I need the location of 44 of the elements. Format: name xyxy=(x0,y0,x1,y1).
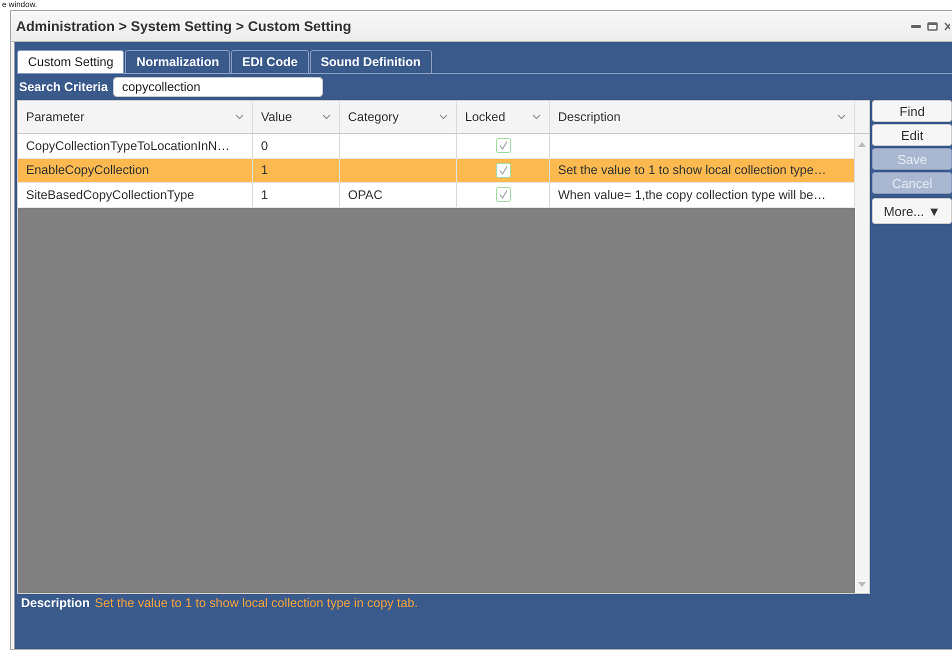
table-cell: Set the value to 1 to show local collection type… xyxy=(558,163,826,178)
close-icon[interactable] xyxy=(944,22,950,30)
table-cell: 1 xyxy=(261,163,268,178)
table-row[interactable]: EnableCopyCollection 1 Set the value to 1 to show local collection type… xyxy=(18,158,855,183)
scroll-up-icon[interactable] xyxy=(858,142,866,147)
minimize-icon[interactable] xyxy=(911,23,921,29)
chevron-down-icon[interactable] xyxy=(235,114,244,120)
maximize-icon[interactable] xyxy=(927,22,938,30)
column-header[interactable]: Value xyxy=(253,101,340,133)
action-button[interactable]: Edit xyxy=(872,124,952,146)
checkbox[interactable] xyxy=(496,162,510,178)
tab[interactable]: Custom Setting xyxy=(17,50,124,73)
tab[interactable]: Normalization xyxy=(125,50,230,73)
search-label: Search Criteria xyxy=(19,80,108,94)
caption-text: e window. xyxy=(2,0,38,9)
chevron-down-icon[interactable] xyxy=(837,114,846,120)
table-cell: EnableCopyCollection xyxy=(26,163,149,178)
column-header[interactable]: Parameter xyxy=(18,101,253,133)
column-header[interactable]: Description xyxy=(550,101,855,133)
tab[interactable]: EDI Code xyxy=(231,50,309,73)
table-cell: 1 xyxy=(261,188,268,202)
scrollbar[interactable] xyxy=(855,134,870,593)
description-label: Description xyxy=(21,596,90,610)
chevron-down-icon[interactable] xyxy=(439,114,448,120)
checkbox[interactable] xyxy=(496,187,510,202)
checkbox[interactable] xyxy=(496,138,510,154)
scroll-down-icon[interactable] xyxy=(858,582,866,587)
action-button[interactable]: Find xyxy=(872,100,952,122)
table-cell: When value= 1,the copy collection type will be… xyxy=(558,188,826,202)
table-row[interactable]: CopyCollectionTypeToLocationInN… 0 xyxy=(18,134,855,158)
column-header[interactable]: Locked xyxy=(457,101,550,133)
description-text: Set the value to 1 to show local collection type in copy tab. xyxy=(94,596,418,610)
table-cell: OPAC xyxy=(348,188,382,202)
tab[interactable]: Sound Definition xyxy=(310,50,432,73)
search-field[interactable]: copycollection xyxy=(112,77,323,97)
window-title: Administration > System Setting > Custom Setting xyxy=(16,18,352,34)
table-cell: 0 xyxy=(261,138,268,153)
table-cell: CopyCollectionTypeToLocationInN… xyxy=(26,138,230,153)
column-header[interactable]: Category xyxy=(340,101,457,133)
chevron-down-icon[interactable] xyxy=(532,114,541,120)
chevron-down-icon[interactable] xyxy=(322,114,331,120)
more-button[interactable]: More... ▼ xyxy=(872,198,952,224)
table-cell: SiteBasedCopyCollectionType xyxy=(26,188,194,202)
table-row[interactable]: SiteBasedCopyCollectionType 1 OPAC When value= 1,the copy collection type will be… xyxy=(18,183,855,208)
